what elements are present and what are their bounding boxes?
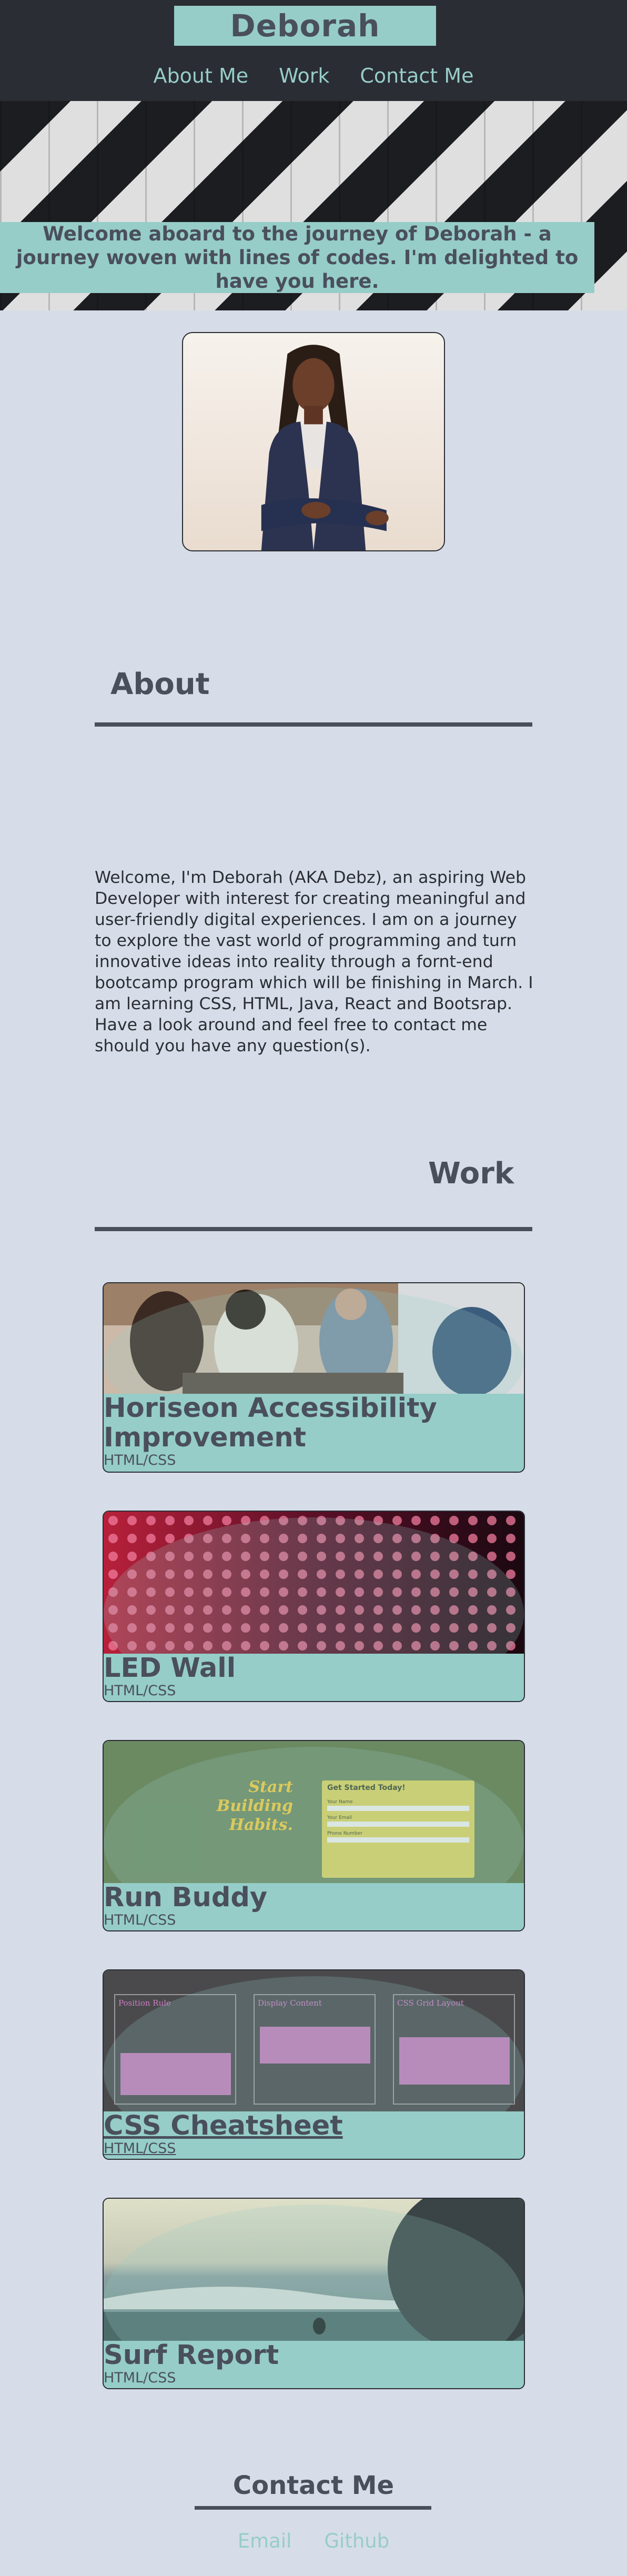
- contact-links: Email Github: [0, 2530, 627, 2552]
- project-title[interactable]: Run Buddy: [104, 1883, 524, 1913]
- project-title[interactable]: LED Wall: [104, 1654, 524, 1683]
- project-tech: HTML/CSS: [104, 1452, 176, 1468]
- project-title[interactable]: Horiseon Accessibility Improvement: [104, 1394, 524, 1453]
- project-tech[interactable]: HTML/CSS: [104, 2141, 524, 2157]
- work-heading: Work: [428, 1156, 514, 1191]
- thumb-column-title: CSS Grid Layout: [397, 1998, 464, 2008]
- about-heading: About: [110, 667, 210, 701]
- thumb-field: Your Name: [327, 1799, 353, 1805]
- github-link[interactable]: Github: [324, 2530, 389, 2552]
- thumb-headline: Start Building: [216, 1778, 293, 1815]
- project-thumbnail-run-buddy: Start Building Habits. Get Started Today…: [104, 1741, 524, 1883]
- site-brand[interactable]: Deborah: [174, 6, 436, 46]
- project-tech: HTML/CSS: [104, 1683, 176, 1699]
- project-thumbnail-led-wall: [104, 1512, 524, 1654]
- project-title[interactable]: Surf Report: [104, 2341, 524, 2370]
- main-nav: About Me Work Contact Me: [0, 60, 627, 92]
- project-card-led-wall[interactable]: LED Wall HTML/CSS: [103, 1511, 525, 1702]
- site-header: Deborah About Me Work Contact Me: [0, 0, 627, 101]
- thumb-field: Phone Number: [327, 1831, 362, 1836]
- project-card-surf-report[interactable]: Surf Report HTML/CSS: [103, 2198, 525, 2389]
- nav-contact-me[interactable]: Contact Me: [360, 60, 473, 92]
- project-tech: HTML/CSS: [104, 1912, 176, 1928]
- about-divider: [95, 722, 532, 727]
- project-card-run-buddy[interactable]: Start Building Habits. Get Started Today…: [103, 1740, 525, 1931]
- project-title[interactable]: CSS Cheatsheet: [104, 2111, 524, 2141]
- nav-about-me[interactable]: About Me: [154, 60, 249, 92]
- email-link[interactable]: Email: [238, 2530, 292, 2552]
- thumb-field: Your Email: [327, 1815, 352, 1820]
- nav-work[interactable]: Work: [279, 60, 329, 92]
- hero-section: Welcome aboard to the journey of Deborah…: [0, 101, 627, 310]
- project-thumbnail-surf-report: [104, 2199, 524, 2341]
- thumb-form-title: Get Started Today!: [327, 1784, 406, 1792]
- thumb-headline: Habits.: [229, 1816, 293, 1834]
- project-card-css-cheatsheet[interactable]: Position Rule Display Content CSS Grid L…: [103, 1969, 525, 2160]
- project-tech: HTML/CSS: [104, 2370, 176, 2386]
- project-thumbnail-css-cheatsheet: Position Rule Display Content CSS Grid L…: [104, 1970, 524, 2111]
- about-paragraph: Welcome, I'm Deborah (AKA Debz), an aspi…: [95, 868, 533, 1055]
- contact-divider: [195, 2506, 431, 2510]
- hero-welcome-banner: Welcome aboard to the journey of Deborah…: [0, 222, 594, 293]
- contact-heading: Contact Me: [232, 2471, 395, 2500]
- thumb-column-title: Position Rule: [118, 1998, 171, 2008]
- project-card-horiseon[interactable]: Horiseon Accessibility Improvement HTML/…: [103, 1282, 525, 1473]
- work-divider: [95, 1227, 532, 1231]
- profile-photo: [182, 332, 445, 551]
- project-thumbnail-horiseon: [104, 1283, 524, 1394]
- thumb-column-title: Display Content: [258, 1998, 322, 2008]
